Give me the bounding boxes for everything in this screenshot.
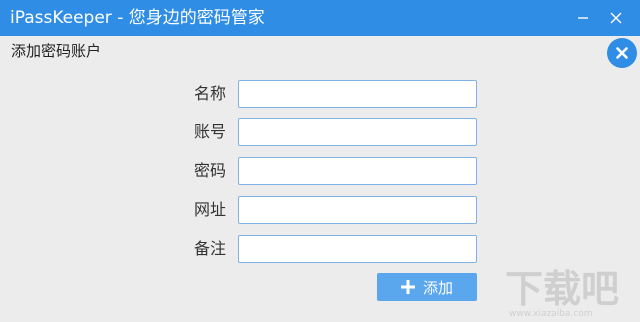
minimize-button[interactable] bbox=[571, 6, 595, 30]
dialog-title: 添加密码账户 bbox=[11, 42, 102, 60]
password-label: 密码 bbox=[193, 161, 226, 180]
name-field[interactable] bbox=[238, 80, 477, 108]
window-title: iPassKeeper - 您身边的密码管家 bbox=[10, 8, 265, 28]
url-field[interactable] bbox=[238, 196, 477, 224]
notes-field[interactable] bbox=[238, 235, 477, 263]
window-close-button[interactable] bbox=[604, 6, 628, 30]
watermark-logo: 下载吧 www.xiazaiba.com bbox=[505, 262, 635, 319]
plus-icon bbox=[400, 280, 415, 294]
minimize-icon bbox=[578, 17, 588, 19]
watermark-url: www.xiazaiba.com bbox=[509, 309, 593, 318]
close-circle-icon bbox=[616, 47, 628, 59]
add-button-label: 添加 bbox=[422, 278, 453, 297]
add-button[interactable]: 添加 bbox=[377, 273, 477, 301]
notes-label: 备注 bbox=[193, 239, 226, 258]
watermark-text: 下载吧 bbox=[505, 267, 619, 311]
dialog-close-button[interactable] bbox=[607, 38, 637, 68]
account-label: 账号 bbox=[193, 122, 226, 141]
close-icon bbox=[610, 12, 622, 24]
account-field[interactable] bbox=[238, 118, 477, 146]
name-label: 名称 bbox=[193, 84, 226, 103]
url-label: 网址 bbox=[193, 200, 226, 219]
password-field[interactable] bbox=[238, 157, 477, 185]
title-bar: iPassKeeper - 您身边的密码管家 bbox=[0, 0, 640, 36]
